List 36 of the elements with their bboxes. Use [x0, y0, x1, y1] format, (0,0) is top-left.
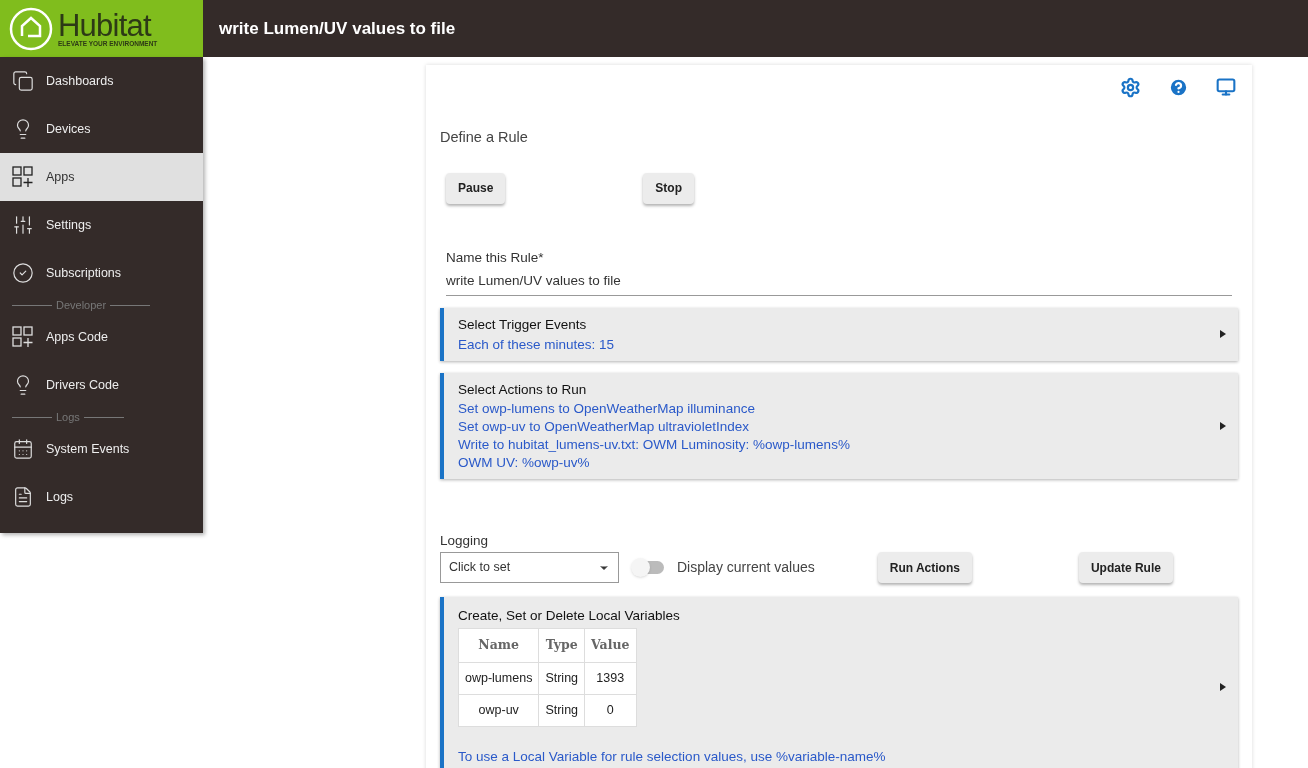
action-button[interactable]: Run Actions: [877, 552, 972, 583]
section-divider-label: Developer: [56, 297, 107, 313]
rule-section-panel[interactable]: Select Actions to Run Set owp-lumens to OpenWeatherMap illuminance Set owp-uv to OpenWeatherMap ultravioletIndex Write to hubitat_lumens-uv.txt: OWM Luminosity: %owp-lumens% OWM UV: %owp-uv%: [440, 372, 1238, 479]
column-header: Name: [458, 628, 539, 663]
rule-section-panel[interactable]: Select Trigger Events Each of these minutes: 15: [440, 308, 1238, 361]
column-header: Value: [584, 628, 636, 663]
column-header: Type: [538, 628, 585, 663]
table-cell: 1393: [584, 662, 636, 695]
sidebar-item[interactable]: Subscriptions: [0, 249, 203, 297]
sidebar-item[interactable]: Apps Code: [0, 313, 203, 361]
logo-wordmark: Hubitat: [58, 9, 152, 41]
action-button[interactable]: Pause: [446, 172, 506, 204]
sidebar-item[interactable]: Apps: [0, 153, 203, 201]
table-cell: owp-lumens: [458, 662, 539, 695]
logging-label: Logging: [440, 531, 489, 550]
sidebar-item[interactable]: Drivers Code: [0, 361, 203, 409]
variables-panel[interactable]: Create, Set or Delete Local Variables Name Type Value owp-lumens String 1393 owp-uv String 0 To use a Local Variable for rule selection values, use %variable-name%: [440, 597, 1238, 768]
usage-note: To use a Local Variable for rule selection values, use %variable-name%: [458, 748, 886, 767]
toggle-label: Display current values: [677, 558, 815, 577]
action-button[interactable]: Stop: [643, 172, 695, 204]
table-cell: String: [538, 694, 585, 727]
sidebar-item[interactable]: Logs: [0, 473, 203, 521]
sidebar-item[interactable]: Devices: [0, 105, 203, 153]
sidebar-item[interactable]: Dashboards: [0, 57, 203, 105]
table-cell: 0: [584, 694, 636, 727]
sidebar-item[interactable]: System Events: [0, 425, 203, 473]
rule-name-field[interactable]: Name this Rule* write Lumen/UV values to file: [446, 247, 1232, 297]
action-button[interactable]: Update Rule: [1078, 552, 1173, 583]
page-title: write Lumen/UV values to file: [219, 17, 456, 40]
section-divider-label: Logs: [56, 409, 80, 425]
logging-dropdown[interactable]: Click to set: [440, 552, 619, 583]
panel-title: Create, Set or Delete Local Variables: [458, 607, 680, 625]
table-cell: String: [538, 662, 585, 695]
table-cell: owp-uv: [458, 694, 539, 727]
section-heading: Define a Rule: [440, 128, 528, 147]
sidebar-item[interactable]: Settings: [0, 201, 203, 249]
